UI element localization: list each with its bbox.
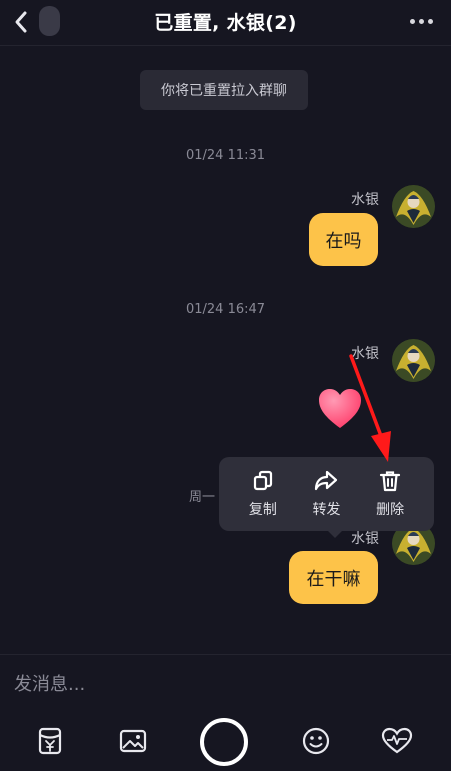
- heart-sticker[interactable]: [317, 386, 363, 432]
- red-packet-icon: [38, 727, 62, 755]
- more-button[interactable]: [405, 10, 437, 32]
- image-button[interactable]: [116, 724, 150, 758]
- sender-name: 水银: [351, 531, 379, 547]
- emoji-button[interactable]: [299, 724, 333, 758]
- heart-button[interactable]: [380, 724, 414, 758]
- day-separator: 周一: [189, 490, 216, 505]
- message-composer: [0, 654, 451, 710]
- forward-label: 转发: [312, 502, 341, 518]
- trash-icon: [380, 471, 401, 492]
- delete-menu-item[interactable]: 删除: [364, 469, 416, 519]
- copy-menu-item[interactable]: 复制: [237, 469, 289, 519]
- timestamp: 01/24 11:31: [185, 148, 266, 163]
- message-input[interactable]: [14, 669, 434, 699]
- message-context-menu: 复制 转发 删除: [219, 457, 434, 531]
- forward-icon: [315, 470, 338, 491]
- heart-icon: [319, 389, 361, 428]
- record-button[interactable]: [200, 718, 248, 766]
- image-icon: [119, 729, 147, 753]
- more-dots-icon: [409, 18, 415, 24]
- forward-menu-item[interactable]: 转发: [300, 469, 352, 519]
- emoji-icon: [302, 727, 330, 755]
- copy-label: 复制: [248, 502, 277, 518]
- message-bubble[interactable]: 在吗: [309, 213, 378, 266]
- chat-header: 已重置, 水银(2): [0, 0, 451, 46]
- red-packet-button[interactable]: [33, 724, 67, 758]
- timestamp: 01/24 16:47: [185, 302, 266, 317]
- sender-name: 水银: [351, 346, 379, 362]
- context-menu-pointer: [328, 531, 342, 538]
- message-bubble[interactable]: 在干嘛: [289, 551, 378, 604]
- avatar[interactable]: [392, 185, 435, 228]
- copy-icon: [253, 470, 272, 491]
- system-notice: 你将已重置拉入群聊: [140, 70, 308, 110]
- bottom-toolbar: [0, 714, 451, 771]
- delete-label: 删除: [376, 502, 405, 518]
- sender-name: 水银: [351, 192, 379, 208]
- chat-title: 已重置, 水银(2): [154, 12, 297, 34]
- heart-wave-icon: [381, 727, 413, 754]
- avatar[interactable]: [392, 339, 435, 382]
